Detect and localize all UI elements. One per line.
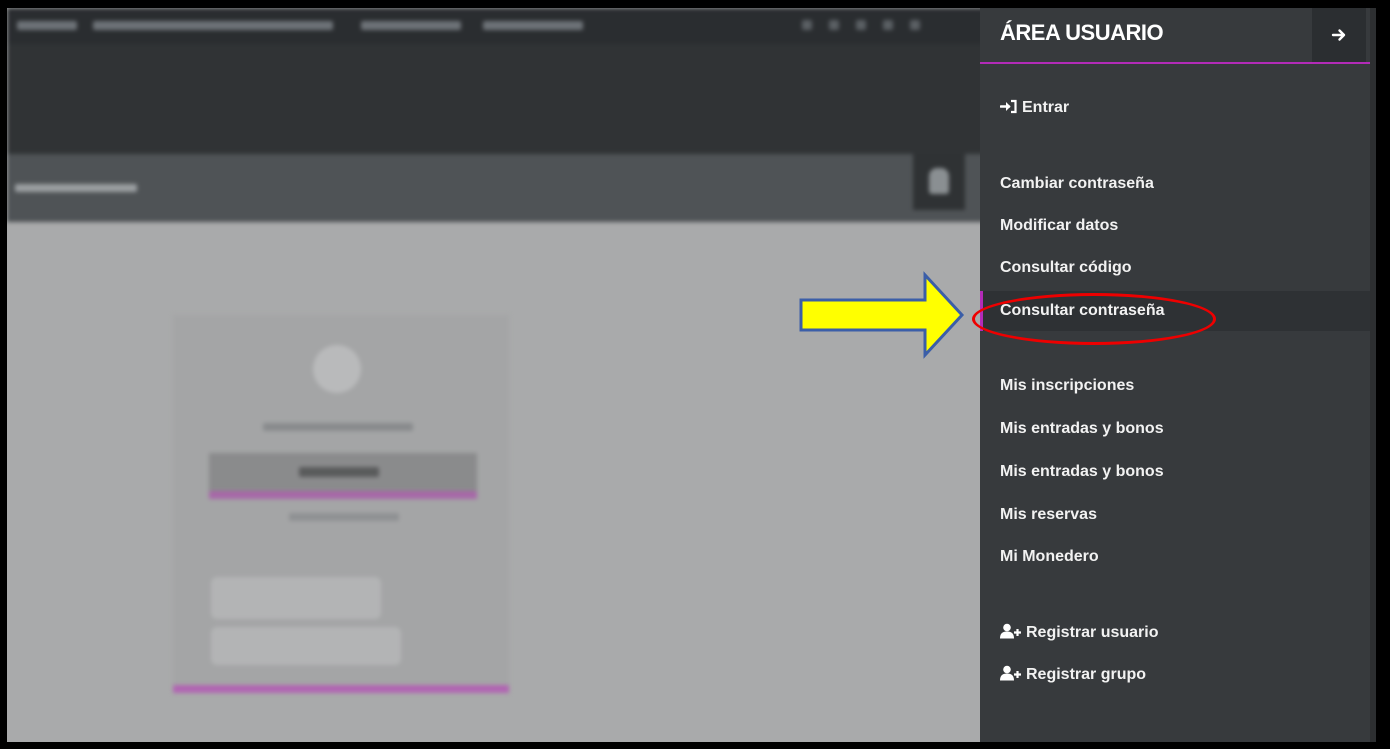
change-password-link[interactable]: Cambiar contraseña — [980, 164, 1370, 204]
my-tickets-label: Mis entradas y bonos — [1000, 420, 1164, 437]
panel-header: ÁREA USUARIO — [980, 8, 1376, 64]
modify-data-label: Modificar datos — [1000, 217, 1119, 234]
sign-in-icon — [1000, 99, 1017, 114]
modify-data-link[interactable]: Modificar datos — [980, 206, 1370, 246]
change-password-label: Cambiar contraseña — [1000, 175, 1154, 192]
register-group-label: Registrar grupo — [1026, 666, 1147, 683]
screenshot-frame: ÁREA USUARIO Entrar Cambiar contraseña M… — [7, 8, 1376, 742]
view-code-label: Consultar código — [1000, 259, 1132, 276]
view-code-link[interactable]: Consultar código — [980, 248, 1370, 288]
my-wallet-label: Mi Monedero — [1000, 548, 1099, 565]
user-area-panel: ÁREA USUARIO Entrar Cambiar contraseña M… — [980, 8, 1376, 742]
my-tickets-link-2[interactable]: Mis entradas y bonos — [980, 452, 1370, 492]
close-panel-button[interactable] — [1312, 8, 1366, 62]
annotation-arrow-icon — [799, 271, 965, 359]
my-reservations-link[interactable]: Mis reservas — [980, 495, 1370, 535]
arrow-right-icon — [1331, 29, 1346, 41]
my-registrations-label: Mis inscripciones — [1000, 377, 1135, 394]
register-user-link[interactable]: Registrar usuario — [980, 612, 1370, 652]
annotation-highlight-ring — [972, 293, 1216, 345]
my-reservations-label: Mis reservas — [1000, 506, 1097, 523]
panel-scrollbar[interactable] — [1370, 8, 1376, 742]
user-plus-icon — [1000, 623, 1021, 639]
my-registrations-link[interactable]: Mis inscripciones — [980, 366, 1370, 406]
user-code-card — [173, 315, 509, 693]
user-button — [913, 154, 965, 210]
my-tickets-link[interactable]: Mis entradas y bonos — [980, 409, 1370, 449]
my-tickets-label-2: Mis entradas y bonos — [1000, 463, 1164, 480]
register-user-label: Registrar usuario — [1026, 624, 1159, 641]
panel-title: ÁREA USUARIO — [1000, 20, 1164, 45]
user-plus-icon — [1000, 665, 1021, 681]
register-group-link[interactable]: Registrar grupo — [980, 654, 1370, 694]
login-label: Entrar — [1022, 99, 1070, 116]
my-wallet-link[interactable]: Mi Monedero — [980, 537, 1370, 577]
login-link[interactable]: Entrar — [980, 88, 1370, 128]
